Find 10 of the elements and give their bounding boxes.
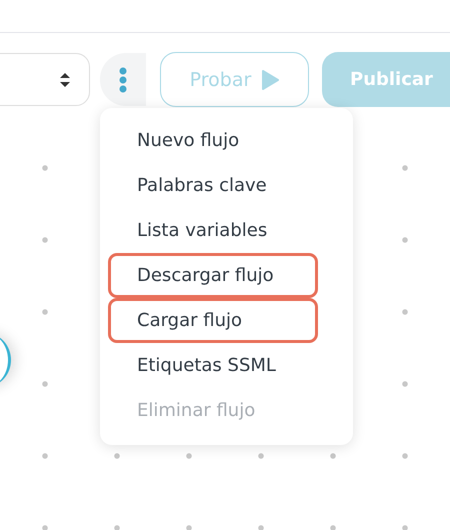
more-button[interactable] [100, 53, 146, 106]
menu-item[interactable]: Descargar flujo [108, 253, 318, 298]
sort-icon [59, 72, 71, 88]
menu-item[interactable]: Etiquetas SSML [108, 343, 318, 388]
menu-item[interactable]: Nuevo flujo [108, 118, 318, 163]
more-icon [119, 66, 127, 92]
menu-item[interactable]: Palabras clave [108, 163, 318, 208]
play-icon [261, 70, 280, 90]
menu-item[interactable]: Lista variables [108, 208, 318, 253]
menu-item[interactable]: Cargar flujo [108, 298, 318, 343]
